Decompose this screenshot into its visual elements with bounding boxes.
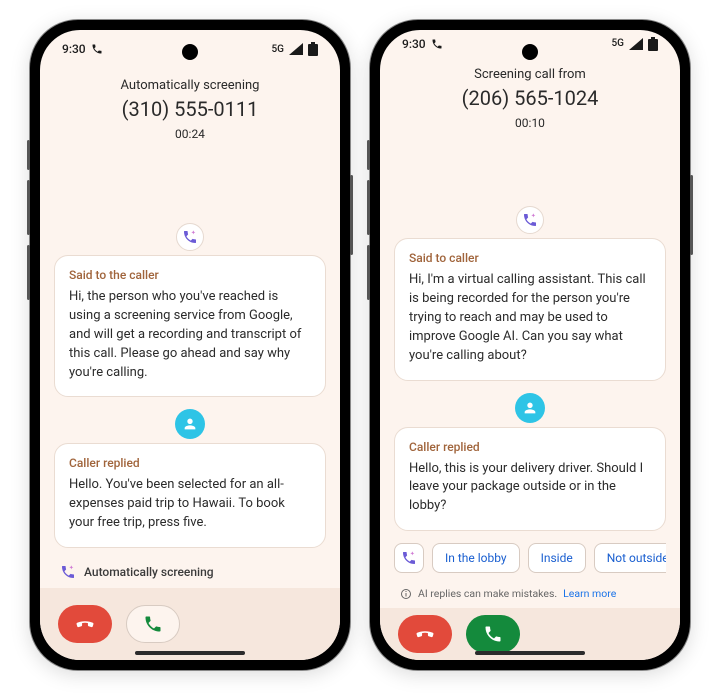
- suggestion-settings-button[interactable]: [394, 543, 424, 573]
- sparkle-phone-icon: [60, 564, 76, 580]
- phone-icon: [483, 624, 503, 644]
- assistant-icon: [176, 223, 204, 251]
- nav-handle[interactable]: [135, 651, 245, 655]
- side-button: [367, 140, 370, 170]
- network-label: 5G: [272, 44, 285, 55]
- answer-button[interactable]: [126, 605, 180, 643]
- nav-handle[interactable]: [475, 651, 585, 655]
- phone-frame-right: 9:30 5G Screening call from (206) 565-10…: [370, 20, 690, 670]
- side-button: [350, 175, 353, 255]
- phone-icon: [143, 614, 163, 634]
- sparkle-phone-icon: [401, 550, 417, 566]
- learn-more-link[interactable]: Learn more: [563, 587, 616, 600]
- hangup-icon: [414, 623, 436, 645]
- auto-screening-footer: Automatically screening: [54, 558, 326, 580]
- call-action-bar: [40, 588, 340, 660]
- said-to-caller-card: Said to caller Hi, I'm a virtual calling…: [394, 238, 666, 380]
- call-duration: 00:24: [60, 127, 320, 141]
- reply-title: Caller replied: [69, 456, 311, 470]
- signal-icon: [629, 38, 643, 50]
- side-button: [27, 180, 30, 235]
- caller-replied-card: Caller replied Hello, this is your deliv…: [394, 427, 666, 532]
- network-label: 5G: [612, 38, 625, 49]
- reply-suggestions: In the lobby Inside Not outside Rep: [394, 541, 666, 573]
- disclaimer-text: AI replies can make mistakes.: [418, 587, 557, 600]
- reply-title: Caller replied: [409, 440, 651, 454]
- caller-number: (206) 565-1024: [400, 86, 660, 110]
- hangup-button[interactable]: [58, 605, 112, 643]
- call-header: Automatically screening (310) 555-0111 0…: [40, 68, 340, 145]
- screening-label: Automatically screening: [60, 78, 320, 93]
- caller-icon: [175, 409, 205, 439]
- said-title: Said to caller: [409, 251, 651, 265]
- said-body: Hi, the person who you've reached is usi…: [69, 288, 311, 382]
- side-button: [27, 140, 30, 170]
- reply-body: Hello. You've been selected for an all-e…: [69, 476, 311, 533]
- ai-disclaimer: AI replies can make mistakes. Learn more: [394, 583, 666, 600]
- info-icon: [400, 588, 412, 600]
- caller-replied-card: Caller replied Hello. You've been select…: [54, 443, 326, 548]
- front-camera: [182, 44, 198, 60]
- caller-icon: [515, 393, 545, 423]
- assistant-icon: [516, 206, 544, 234]
- said-title: Said to the caller: [69, 268, 311, 282]
- reply-body: Hello, this is your delivery driver. Sho…: [409, 460, 651, 517]
- signal-icon: [289, 43, 303, 55]
- screening-label: Screening call from: [400, 67, 660, 82]
- reply-chip[interactable]: In the lobby: [432, 543, 520, 573]
- said-to-caller-card: Said to the caller Hi, the person who yo…: [54, 255, 326, 397]
- phone-frame-left: 9:30 5G Automatically screening (310) 55…: [30, 20, 350, 670]
- call-header: Screening call from (206) 565-1024 00:10: [380, 57, 680, 134]
- footer-label: Automatically screening: [84, 565, 214, 579]
- side-button: [367, 180, 370, 235]
- answer-button[interactable]: [466, 615, 520, 653]
- hangup-icon: [74, 613, 96, 635]
- hangup-button[interactable]: [398, 615, 452, 653]
- phone-status-icon: [431, 38, 443, 50]
- reply-chip[interactable]: Not outside: [594, 543, 666, 573]
- front-camera: [522, 44, 538, 60]
- reply-chip[interactable]: Inside: [528, 543, 586, 573]
- status-time: 9:30: [62, 42, 86, 56]
- caller-number: (310) 555-0111: [60, 97, 320, 121]
- battery-icon: [648, 37, 658, 51]
- side-button: [367, 245, 370, 300]
- battery-icon: [308, 42, 318, 56]
- phone-status-icon: [91, 43, 103, 55]
- said-body: Hi, I'm a virtual calling assistant. Thi…: [409, 271, 651, 365]
- side-button: [690, 175, 693, 255]
- call-duration: 00:10: [400, 116, 660, 130]
- status-time: 9:30: [402, 37, 426, 51]
- side-button: [27, 245, 30, 300]
